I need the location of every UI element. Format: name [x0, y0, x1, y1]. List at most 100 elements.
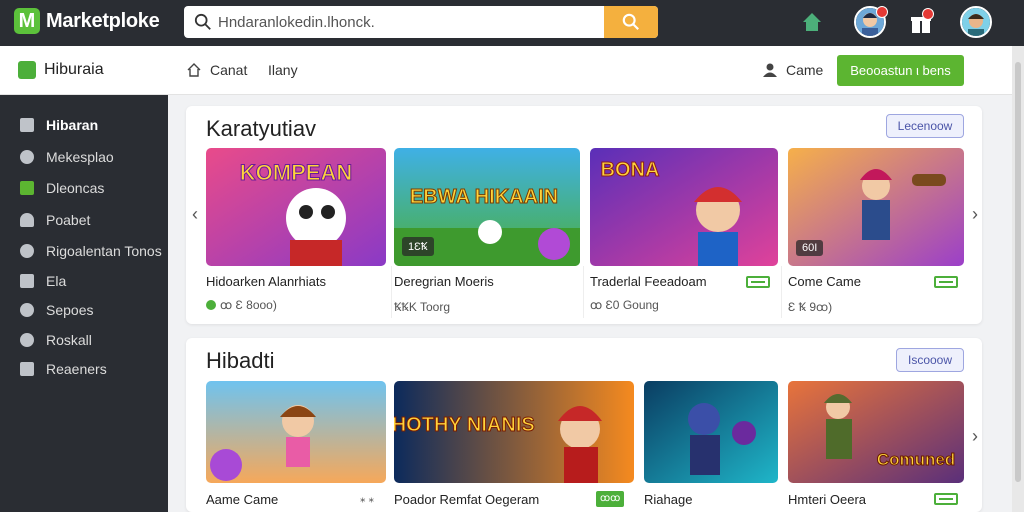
chevron-right-icon[interactable]: › — [968, 426, 982, 446]
game-card[interactable]: BONA Traderlal Feeadoam ꝏ Ɛ0 Goung — [590, 148, 778, 318]
avatar[interactable] — [960, 6, 992, 38]
sidebar-item-label: Dleoncas — [46, 180, 105, 196]
thumb-title: KOMPEAN — [240, 160, 352, 185]
scroll-thumb[interactable] — [1015, 62, 1021, 482]
chevron-right-icon[interactable]: › — [968, 204, 982, 224]
game-card[interactable]: BHOTHY NIANIS Poador Remfat Oegeram ꝏꝏ — [394, 381, 634, 512]
game-thumbnail — [644, 381, 778, 483]
search-icon — [622, 13, 639, 30]
status-pill — [934, 493, 958, 505]
nav-link[interactable]: Ilany — [268, 62, 298, 78]
top-bar: M Marketploke — [0, 0, 1024, 46]
game-meta: ⁎ ⁎ — [360, 493, 375, 505]
game-meta: Ɛ Ꝅ 9ꝏ) — [788, 300, 833, 314]
globe-icon — [20, 333, 34, 347]
game-card[interactable]: 60I Come Came Ɛ Ꝅ 9ꝏ) — [788, 148, 964, 318]
game-card[interactable]: Aame Came ⁎ ⁎ — [206, 381, 386, 512]
game-thumbnail: 60I — [788, 148, 964, 266]
game-card[interactable]: KOMPEAN Hidoarken Alanrhiats ꝏ Ɛ 8ooo) — [206, 148, 386, 318]
grid-icon — [20, 118, 34, 132]
thumb-title: Comuned — [877, 450, 955, 469]
sidebar-item-roskall[interactable]: Roskall — [0, 326, 168, 354]
sidebar-item-label: Hibaran — [46, 117, 99, 133]
game-meta-text: ꝏ Ɛ 8ooo) — [220, 298, 277, 312]
game-meta: ꝄꝄK Toorg — [394, 300, 450, 314]
user-icon — [763, 63, 777, 77]
game-meta: ꝏ Ɛ 8ooo) — [206, 298, 277, 312]
status-pill: ꝏꝏ — [596, 491, 625, 507]
notification-badge — [922, 8, 934, 20]
gamepad-icon — [20, 150, 34, 164]
section-title: Hibadti — [206, 348, 275, 373]
home-outline-icon — [187, 63, 201, 77]
sidebar-item-label: Poabet — [46, 212, 91, 228]
calendar-icon — [20, 181, 34, 195]
sidebar: Hibaran Mekesplao Dleoncas Poabet Rigoal… — [0, 95, 168, 512]
nav-link-home[interactable]: Canat — [186, 62, 247, 78]
section-featured: Karatyutiav Lecenoow ‹ › KOMPEAN Hidoark… — [186, 106, 982, 324]
brand-label: Hiburaia — [44, 61, 104, 78]
gamepad-icon — [20, 244, 34, 258]
scrollbar[interactable] — [1012, 46, 1024, 512]
sidebar-item-label: Sepoes — [46, 302, 94, 318]
game-thumbnail: BONA — [590, 148, 778, 266]
chevron-left-icon[interactable]: ‹ — [188, 204, 202, 224]
sub-header: Hiburaia Canat Ilany Came Beooastun ι be… — [0, 46, 1012, 95]
sidebar-item-label: Mekesplao — [46, 149, 114, 165]
sidebar-item-poabet[interactable]: Poabet — [0, 206, 168, 234]
game-title: Come Came — [788, 274, 861, 289]
sidebar-item-sepoes[interactable]: Sepoes — [0, 296, 168, 324]
game-link-label: Came — [786, 62, 824, 78]
sidebar-item-reaeners[interactable]: Reaeners — [0, 355, 168, 383]
game-title: Aame Came — [206, 492, 279, 507]
settings-icon — [20, 303, 34, 317]
divider — [583, 266, 584, 318]
home-icon[interactable] — [800, 10, 824, 34]
sidebar-item-ela[interactable]: Ela — [0, 267, 168, 295]
section-more-button[interactable]: Iscooow — [896, 348, 964, 372]
nav-link-label: Ilany — [268, 62, 298, 78]
game-title: Poador Remfat Oegeram — [394, 492, 540, 507]
sidebar-item-rigoalentan[interactable]: Rigoalentan Tonos — [0, 237, 168, 265]
game-card[interactable]: EBWA HIKAAIN 1ƐꝄ Deregrian Moeris ꝄꝄK To… — [394, 148, 580, 318]
sidebar-item-label: Rigoalentan Tonos — [46, 243, 162, 259]
search-button[interactable] — [604, 6, 658, 38]
nav-link-label: Canat — [210, 62, 248, 78]
divider — [781, 266, 782, 318]
notification-badge — [876, 6, 888, 18]
game-title: Hidoarken Alanrhiats — [206, 274, 326, 289]
game-card[interactable]: Comuned Hmteri Oeera — [788, 381, 964, 512]
store-icon — [18, 61, 36, 79]
section-hibadti: Hibadti Iscooow › Aame Came ⁎ ⁎ BHOTHY N… — [186, 338, 982, 512]
brand[interactable]: Hiburaia — [18, 61, 104, 79]
sidebar-item-dleoncas[interactable]: Dleoncas — [0, 174, 168, 202]
game-title: Traderlal Feeadoam — [590, 274, 707, 289]
cta-button[interactable]: Beooastun ι bens — [837, 55, 964, 86]
status-pill — [934, 276, 958, 288]
search-icon — [194, 13, 211, 30]
logo[interactable]: M Marketploke — [14, 8, 160, 34]
game-thumbnail: KOMPEAN — [206, 148, 386, 266]
sidebar-item-hibaran[interactable]: Hibaran — [0, 111, 168, 139]
game-meta: ꝏ Ɛ0 Goung — [590, 298, 659, 312]
divider — [391, 266, 392, 318]
thumb-title: BONA — [601, 159, 660, 181]
game-title: Deregrian Moeris — [394, 274, 494, 289]
sidebar-item-label: Reaeners — [46, 361, 107, 377]
sidebar-item-label: Roskall — [46, 332, 92, 348]
search-input[interactable] — [218, 6, 588, 38]
section-more-button[interactable]: Lecenoow — [886, 114, 964, 138]
game-thumbnail — [206, 381, 386, 483]
user-icon — [20, 213, 34, 227]
thumb-tag: 1ƐꝄ — [402, 237, 434, 256]
game-card[interactable]: Riahage — [644, 381, 778, 512]
status-pill — [746, 276, 770, 288]
game-link[interactable]: Came — [762, 62, 823, 78]
logo-text: Marketploke — [46, 9, 160, 32]
search-bar — [184, 6, 658, 38]
sidebar-item-mekesplao[interactable]: Mekesplao — [0, 143, 168, 171]
check-icon — [20, 362, 34, 376]
logo-mark: M — [14, 8, 40, 34]
thumb-title: BHOTHY NIANIS — [394, 414, 535, 436]
thumb-title: EBWA HIKAAIN — [410, 186, 558, 208]
